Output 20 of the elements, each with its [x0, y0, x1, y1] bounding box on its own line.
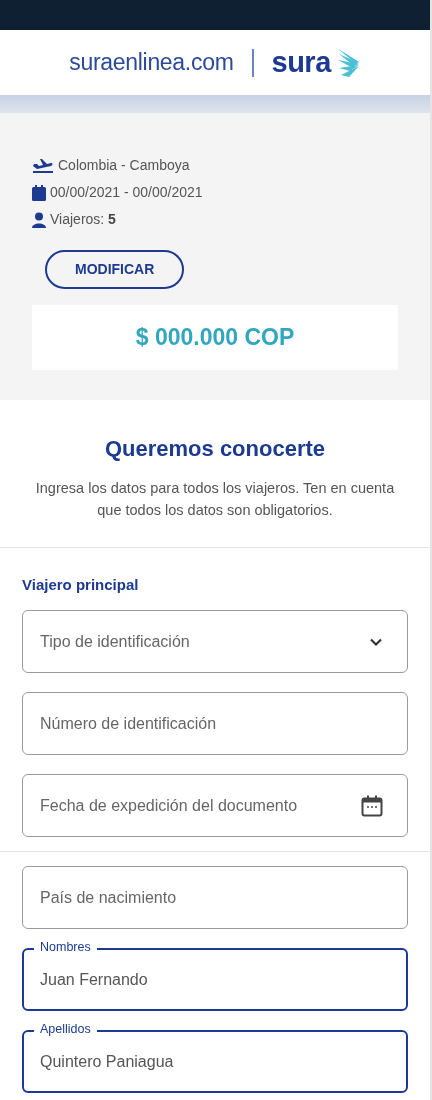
airplane-icon — [32, 157, 54, 174]
modify-button[interactable]: MODIFICAR — [45, 250, 185, 289]
date-range-text: 00/00/2021 - 00/00/2021 — [50, 183, 203, 202]
field-label: Apellidos — [34, 1021, 97, 1037]
section-heading: Queremos conocerte — [103, 434, 327, 463]
brand-logo-text: sura — [271, 48, 331, 77]
travelers-text: Viajeros: 5 — [50, 210, 116, 229]
chevron-down-icon — [369, 637, 383, 646]
site-name[interactable]: suraenlinea.com — [69, 45, 234, 80]
person-icon — [32, 211, 46, 228]
date-field[interactable]: Fecha de expedición del documento — [22, 774, 408, 837]
input-field[interactable]: Número de identificación — [22, 692, 408, 755]
select-field[interactable]: Tipo de identificación — [22, 610, 408, 673]
price-text: $ 000.000 COP — [135, 324, 295, 350]
section-title: Viajero principal — [21, 574, 140, 595]
input-field[interactable]: País de nacimiento — [22, 866, 408, 929]
calendar-icon — [32, 184, 46, 201]
calendar-icon — [361, 794, 383, 817]
route-text: Colombia - Camboya — [58, 156, 190, 175]
intro-paragraph: Ingresa los datos para todos los viajeros. Ten en cuenta que todos los datos son obligatorios. — [34, 478, 396, 520]
